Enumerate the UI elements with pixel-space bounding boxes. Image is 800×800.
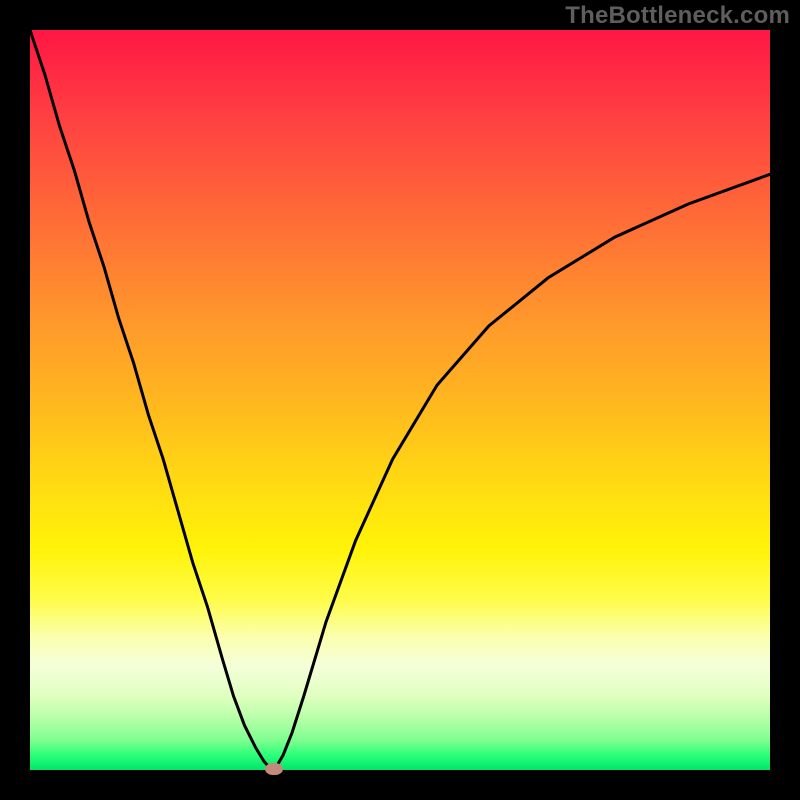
optimum-marker (265, 763, 283, 775)
plot-area (30, 30, 770, 770)
watermark-text: TheBottleneck.com (565, 2, 790, 30)
bottleneck-curve (30, 30, 770, 770)
chart-frame: TheBottleneck.com (0, 0, 800, 800)
